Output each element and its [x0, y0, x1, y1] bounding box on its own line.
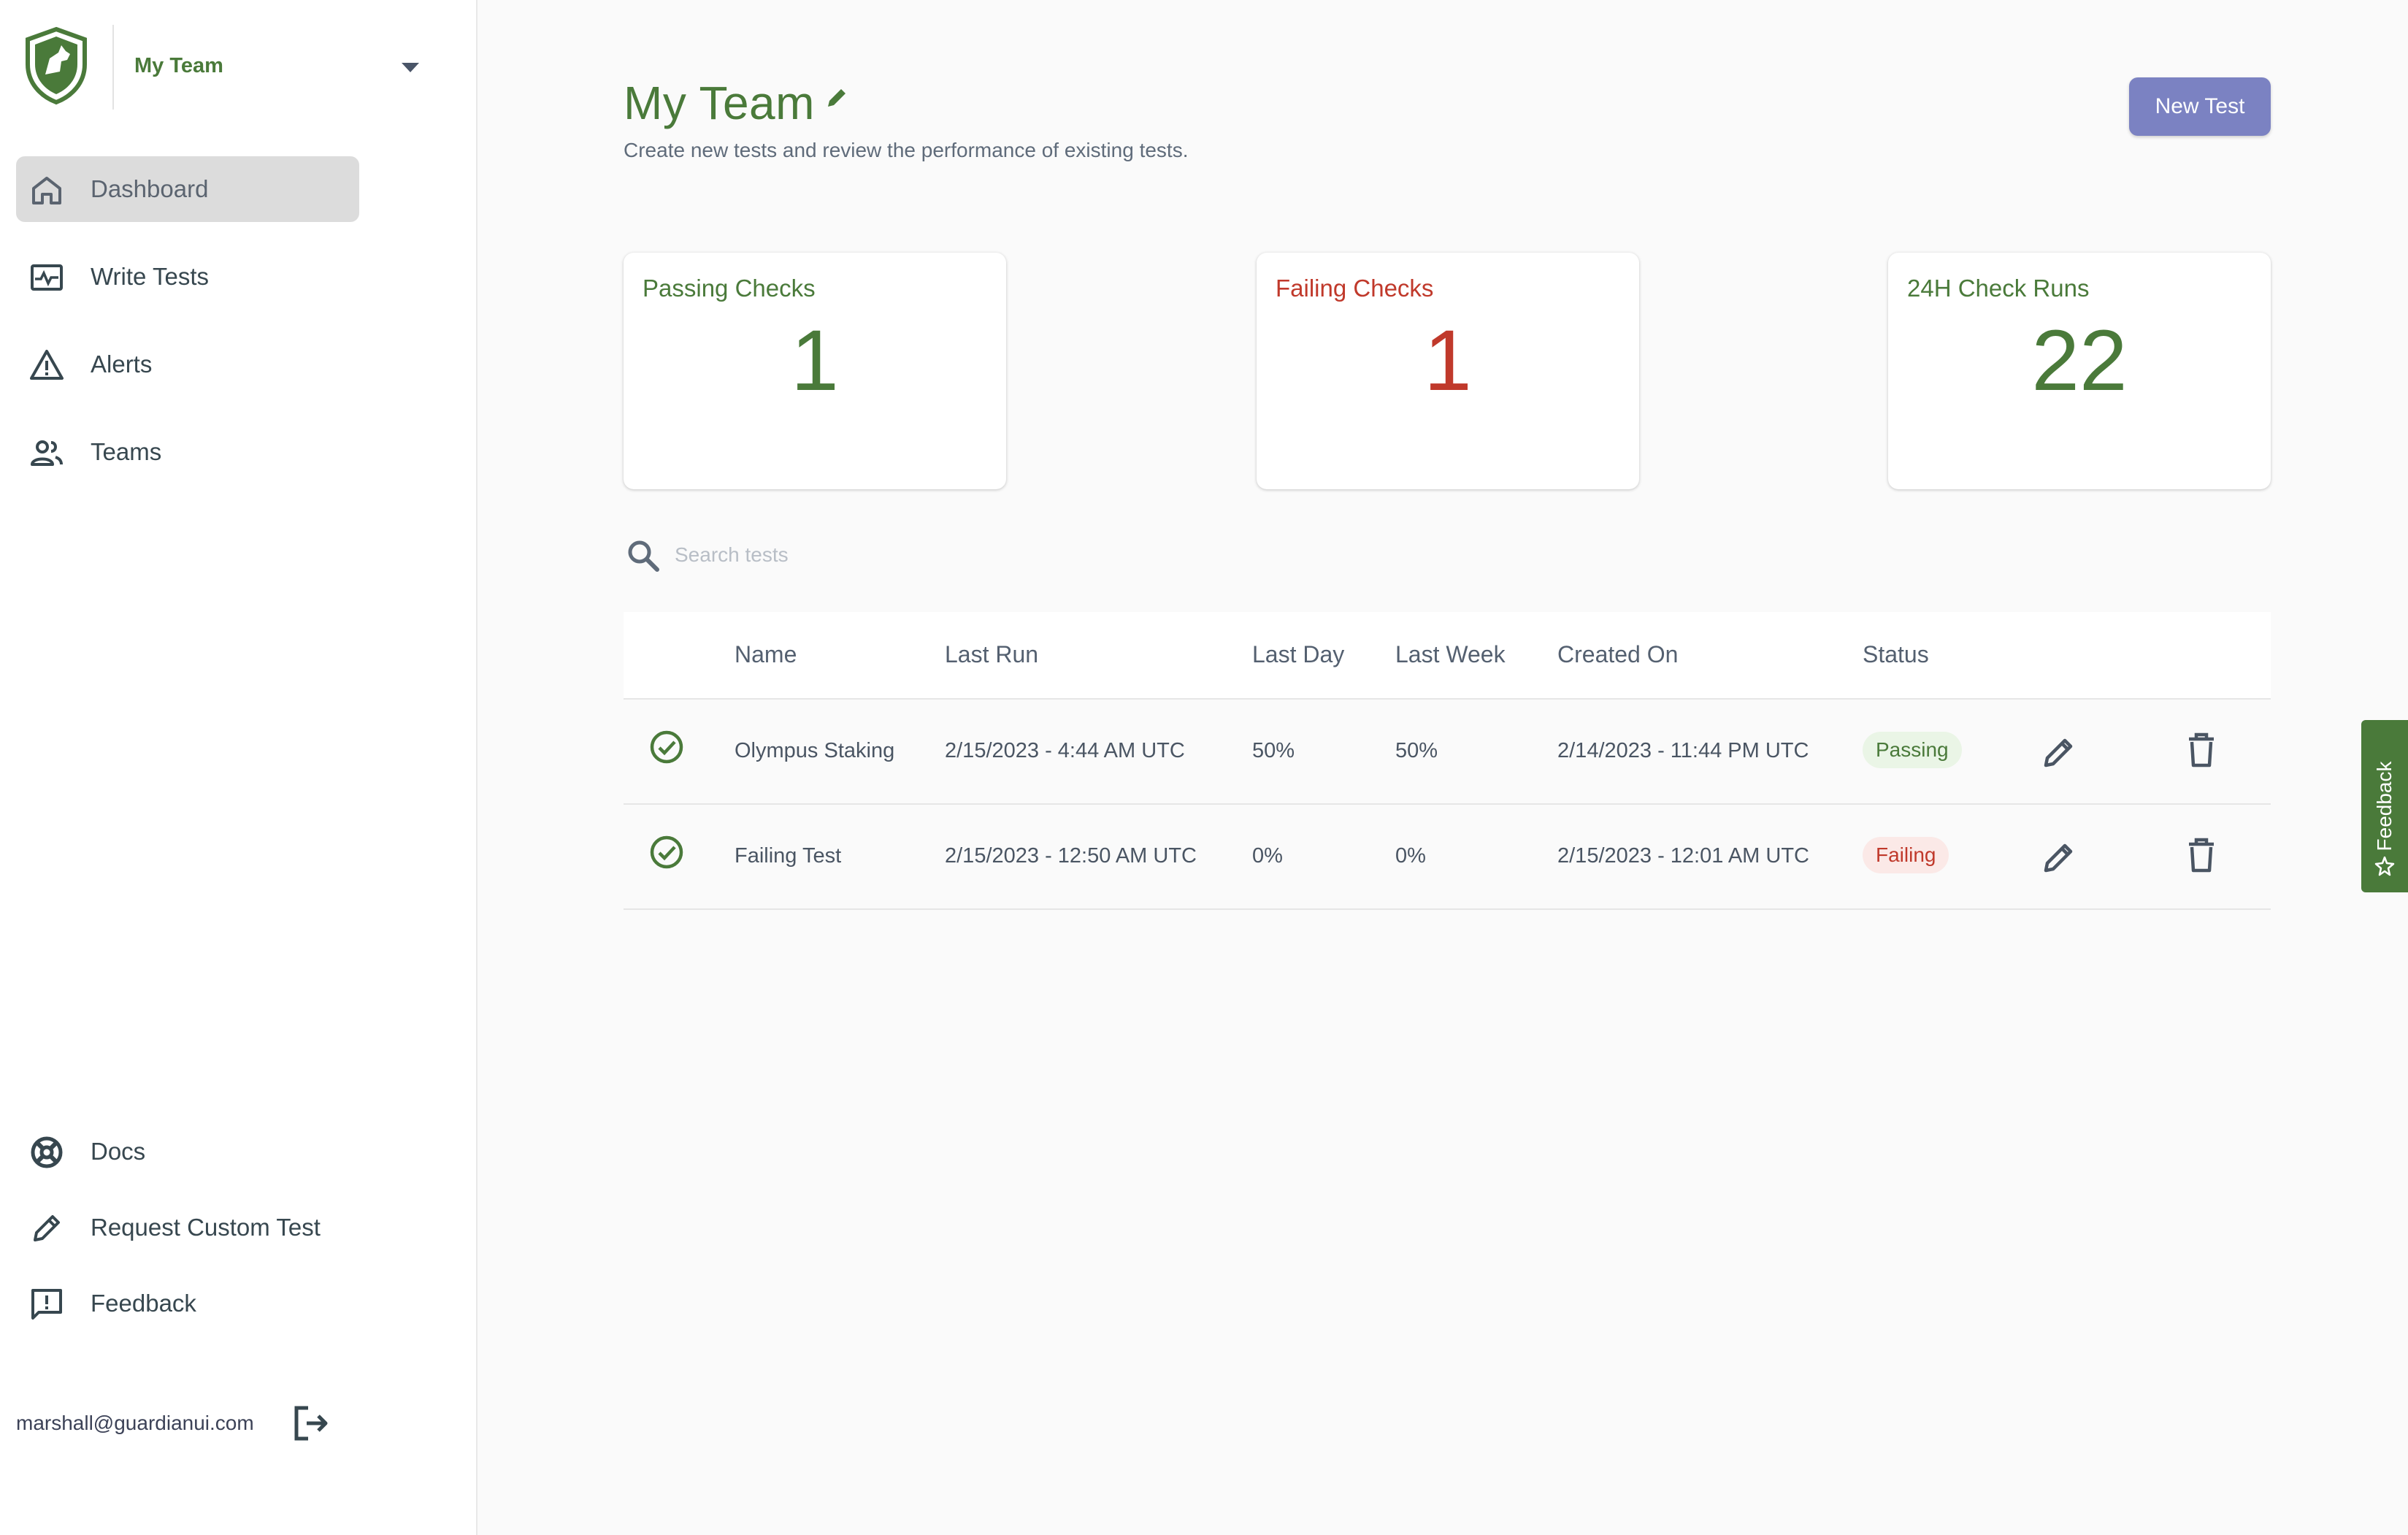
- stat-label: Passing Checks: [643, 275, 816, 302]
- status-badge: Failing: [1863, 837, 1949, 873]
- column-header-status[interactable]: Status: [1863, 641, 1929, 668]
- check-circle-icon[interactable]: [648, 834, 685, 870]
- cell-last-run: 2/15/2023 - 4:44 AM UTC: [945, 739, 1185, 762]
- nav-label-feedback: Feedback: [91, 1290, 196, 1317]
- cell-last-run: 2/15/2023 - 12:50 AM UTC: [945, 844, 1197, 868]
- team-selector[interactable]: My Team: [0, 0, 478, 134]
- column-header-name[interactable]: Name: [735, 641, 797, 668]
- tests-table: Name Last Run Last Day Last Week Created…: [624, 612, 2271, 910]
- cell-last-week: 50%: [1395, 739, 1438, 762]
- cell-last-week: 0%: [1395, 844, 1426, 868]
- feedback-tab[interactable]: Feedback: [2361, 720, 2408, 892]
- table-row[interactable]: Failing Test 2/15/2023 - 12:50 AM UTC 0%…: [624, 805, 2271, 910]
- trash-icon[interactable]: [2182, 835, 2221, 875]
- nav-label-dashboard: Dashboard: [91, 175, 209, 202]
- stat-label: 24H Check Runs: [1907, 275, 2090, 302]
- secondary-nav: Docs Request Custom Test Feedback: [16, 1119, 425, 1347]
- nav-label-request-custom-test: Request Custom Test: [91, 1214, 321, 1241]
- edit-icon[interactable]: [2040, 732, 2079, 771]
- chevron-down-icon[interactable]: [402, 63, 419, 72]
- write-tests-icon: [31, 264, 63, 291]
- nav-label-teams: Teams: [91, 438, 162, 465]
- page-title: My Team: [624, 77, 815, 129]
- column-header-last-day[interactable]: Last Day: [1252, 641, 1344, 668]
- alert-icon: [30, 350, 64, 380]
- nav-item-write-tests[interactable]: Write Tests: [16, 244, 359, 310]
- cell-created-on: 2/14/2023 - 11:44 PM UTC: [1557, 739, 1809, 762]
- stat-label: Failing Checks: [1276, 275, 1434, 302]
- lifebuoy-icon: [31, 1136, 63, 1168]
- feedback-icon: [31, 1289, 62, 1320]
- edit-title-icon[interactable]: [825, 85, 850, 110]
- search-icon: [628, 540, 659, 572]
- column-header-last-run[interactable]: Last Run: [945, 641, 1038, 668]
- nav-label-docs: Docs: [91, 1138, 146, 1165]
- stat-card-passing-checks: Passing Checks 1: [624, 253, 1006, 489]
- main-nav: Dashboard Write Tests Alerts Teams: [16, 156, 359, 507]
- table-row[interactable]: Olympus Staking 2/15/2023 - 4:44 AM UTC …: [624, 700, 2271, 805]
- sidebar: My Team Dashboard Write Tests Alerts Tea…: [0, 0, 478, 1535]
- cell-last-day: 50%: [1252, 739, 1295, 762]
- page-subtitle: Create new tests and review the performa…: [624, 139, 1189, 161]
- search-input[interactable]: [675, 537, 1040, 573]
- logout-icon[interactable]: [292, 1404, 331, 1443]
- cell-created-on: 2/15/2023 - 12:01 AM UTC: [1557, 844, 1809, 868]
- nav-item-teams[interactable]: Teams: [16, 419, 359, 485]
- trash-icon[interactable]: [2182, 730, 2221, 770]
- table-header: Name Last Run Last Day Last Week Created…: [624, 612, 2271, 700]
- nav-item-dashboard[interactable]: Dashboard: [16, 156, 359, 222]
- user-email: marshall@guardianui.com: [16, 1412, 254, 1434]
- nav-item-request-custom-test[interactable]: Request Custom Test: [16, 1195, 425, 1260]
- check-circle-icon[interactable]: [648, 729, 685, 765]
- edit-icon[interactable]: [2040, 837, 2079, 876]
- stat-value: 22: [2031, 313, 2128, 409]
- nav-item-alerts[interactable]: Alerts: [16, 332, 359, 397]
- column-header-created-on[interactable]: Created On: [1557, 641, 1678, 668]
- feedback-tab-label: Feedback: [2373, 761, 2396, 851]
- new-test-button[interactable]: New Test: [2129, 77, 2271, 136]
- user-account: marshall@guardianui.com: [16, 1398, 454, 1449]
- pencil-icon: [34, 1215, 60, 1241]
- nav-label-write-tests: Write Tests: [91, 263, 209, 290]
- status-badge: Passing: [1863, 732, 1962, 768]
- cell-last-day: 0%: [1252, 844, 1283, 868]
- stat-value: 1: [1424, 313, 1472, 409]
- stat-card-failing-checks: Failing Checks 1: [1257, 253, 1639, 489]
- star-icon: [2374, 856, 2395, 876]
- column-header-last-week[interactable]: Last Week: [1395, 641, 1506, 668]
- cell-name: Failing Test: [735, 844, 842, 868]
- cell-name: Olympus Staking: [735, 739, 895, 762]
- search-bar: [624, 533, 1062, 577]
- stat-card-24h-check-runs: 24H Check Runs 22: [1888, 253, 2271, 489]
- nav-label-alerts: Alerts: [91, 351, 153, 378]
- nav-item-feedback[interactable]: Feedback: [16, 1271, 425, 1336]
- team-name: My Team: [134, 54, 223, 77]
- stat-value: 1: [791, 313, 839, 409]
- guardian-shield-logo: [26, 26, 87, 105]
- nav-item-docs[interactable]: Docs: [16, 1119, 425, 1184]
- teams-icon: [31, 440, 63, 466]
- team-divider: [112, 25, 114, 110]
- home-icon: [32, 177, 61, 204]
